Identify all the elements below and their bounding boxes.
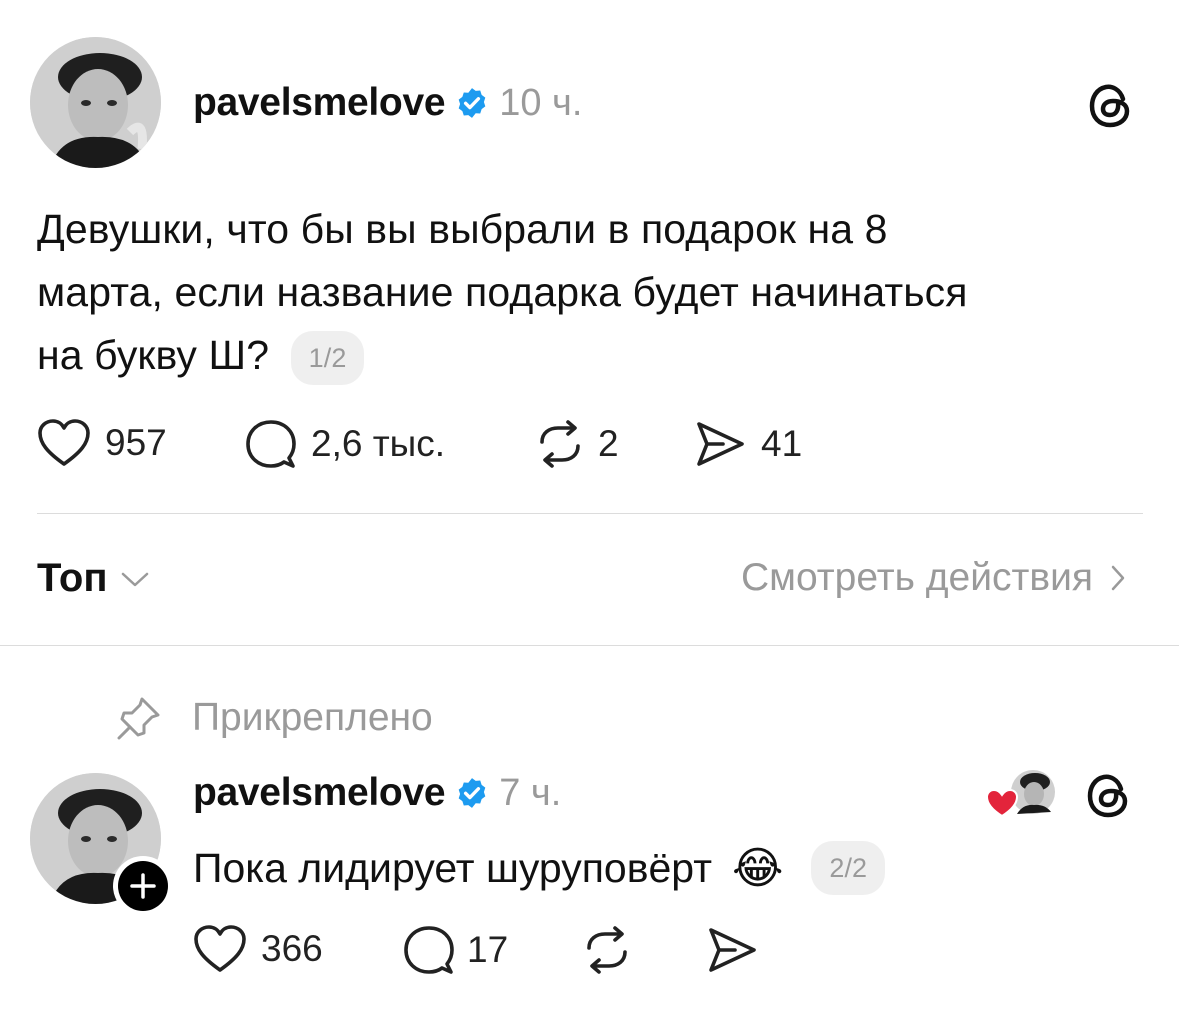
heart-icon — [38, 419, 90, 466]
verified-badge-icon — [458, 778, 486, 808]
chevron-down-icon — [121, 572, 148, 586]
liked-by-author-badge — [985, 768, 1057, 820]
comment-icon — [246, 420, 296, 468]
view-activity-link[interactable]: Смотреть действия — [741, 556, 1127, 600]
author-username[interactable]: pavelsmelove — [193, 81, 446, 125]
repost-count: 2 — [598, 423, 619, 464]
reply-count: 2,6 тыс. — [311, 423, 446, 464]
post-time: 10 ч. — [499, 81, 583, 124]
reply-time: 7 ч. — [499, 771, 562, 814]
pinned-indicator: Прикреплено — [114, 693, 433, 743]
reply-text: Пока лидирует шуруповёрт 😂 2/2 — [193, 838, 885, 898]
pinned-label: Прикреплено — [192, 696, 433, 739]
repost-icon — [587, 926, 627, 974]
reply-button[interactable]: 17 — [403, 924, 508, 976]
post-text-line: Девушки, что бы вы выбрали в подарок на … — [37, 206, 888, 252]
thread-pager: 1/2 — [290, 331, 365, 386]
share-count: 41 — [761, 423, 803, 464]
chevron-right-icon — [1111, 565, 1125, 591]
verified-badge-icon — [458, 88, 486, 118]
pin-icon — [117, 697, 160, 740]
repost-button[interactable] — [581, 924, 633, 981]
comment-icon — [404, 926, 454, 974]
laughing-emoji: 😂 — [732, 843, 784, 893]
sort-dropdown[interactable]: Топ — [37, 556, 150, 601]
author-avatar[interactable] — [30, 37, 161, 168]
like-count: 366 — [261, 928, 323, 969]
reply-actions: 366 17 — [193, 924, 893, 980]
post-text-line: на букву Ш? 1/2 — [37, 324, 1147, 387]
repost-button[interactable]: 2 — [534, 418, 619, 470]
sort-label: Топ — [37, 556, 108, 600]
post-divider — [37, 513, 1143, 514]
reply-username[interactable]: pavelsmelove — [193, 771, 446, 815]
post-text-line: марта, если название подарка будет начин… — [37, 269, 968, 315]
threads-logo-icon[interactable] — [1082, 770, 1134, 822]
share-button[interactable]: 41 — [693, 418, 802, 470]
like-button[interactable]: 957 — [37, 418, 167, 468]
view-activity-label: Смотреть действия — [741, 556, 1093, 599]
section-divider — [0, 645, 1179, 646]
post-text-line-end: на букву Ш? — [37, 332, 270, 378]
like-count: 957 — [105, 422, 167, 463]
share-button[interactable] — [705, 924, 759, 981]
liked-by-author-icon — [985, 770, 1055, 818]
share-icon — [697, 422, 744, 466]
like-button[interactable]: 366 — [193, 924, 323, 974]
follow-plus-button[interactable] — [113, 856, 173, 916]
post-text: Девушки, что бы вы выбрали в подарок на … — [37, 198, 1147, 387]
reply-count: 17 — [467, 929, 509, 970]
repost-icon — [540, 420, 580, 468]
reply-text-content: Пока лидирует шуруповёрт — [193, 844, 712, 891]
post-actions: 957 2,6 тыс. 2 41 — [37, 418, 937, 474]
thread-pager: 2/2 — [811, 841, 885, 895]
follow-plus-icon — [118, 861, 168, 911]
reply-button[interactable]: 2,6 тыс. — [245, 418, 445, 470]
share-icon — [709, 928, 756, 972]
heart-icon — [194, 925, 246, 972]
threads-logo-icon[interactable] — [1084, 80, 1136, 132]
